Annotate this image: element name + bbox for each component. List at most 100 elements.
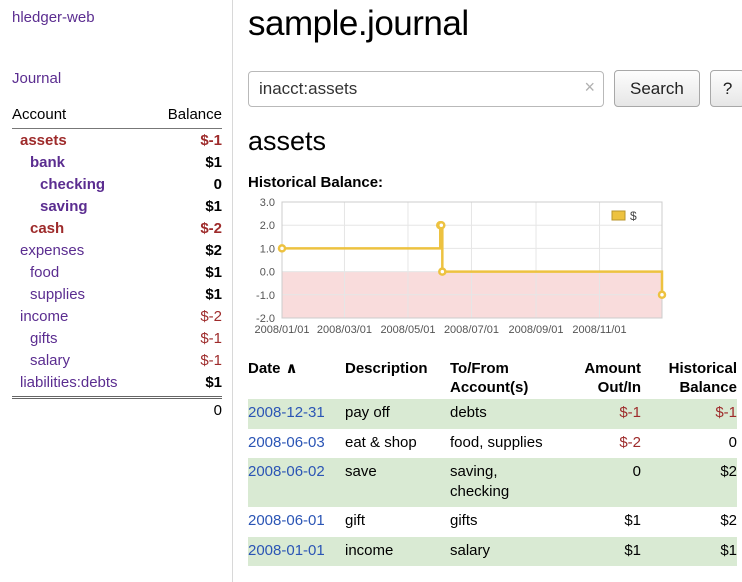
account-balance: $1 [205,374,222,391]
search-form: × Search ? [248,70,742,107]
help-button[interactable]: ? [710,70,742,107]
accounts-header-balance: Balance [168,106,222,123]
account-link-expenses[interactable]: expenses [20,242,84,259]
accounts-total-value: 0 [214,402,222,419]
account-link-cash[interactable]: cash [30,220,64,237]
transaction-amount: $-1 [562,399,641,428]
column-header-amount-line1: Amount [562,359,641,378]
svg-text:3.0: 3.0 [260,198,275,209]
account-link-food[interactable]: food [30,264,59,281]
transaction-balance: 0 [641,429,737,458]
account-row-checking: checking 0 [12,173,222,195]
account-link-checking[interactable]: checking [40,176,105,193]
account-row-gifts: gifts $-1 [12,327,222,349]
search-input-wrap: × [248,71,604,107]
register-row: 2008-06-01 gift gifts $1 $2 [248,507,737,536]
column-header-balance-line2: Balance [641,378,737,397]
column-header-amount: Amount Out/In [562,357,641,399]
transaction-balance: $1 [641,537,737,566]
page-title: sample.journal [248,4,742,44]
svg-text:2008/09/01: 2008/09/01 [508,324,563,336]
accounts-table-header: Account Balance [12,106,222,129]
main-content: sample.journal × Search ? assets Histori… [248,0,742,566]
balance-chart: 3.02.01.00.0-1.0-2.02008/01/012008/03/01… [248,198,668,338]
account-heading: assets [248,126,742,157]
transaction-amount: $1 [562,507,641,536]
account-balance: $1 [205,198,222,215]
transaction-amount: 0 [562,458,641,508]
svg-text:2008/11/01: 2008/11/01 [572,324,626,336]
column-header-description: Description [345,357,450,399]
transaction-date-link[interactable]: 2008-06-03 [248,434,325,451]
column-header-amount-line2: Out/In [562,378,641,397]
column-header-balance-line1: Historical [641,359,737,378]
register-row: 2008-06-02 save saving, checking 0 $2 [248,458,737,508]
transaction-accounts: gifts [450,507,562,536]
account-balance: 0 [214,176,222,193]
column-header-accounts-line2: Account(s) [450,378,562,397]
account-link-assets[interactable]: assets [20,132,67,149]
app-brand-link[interactable]: hledger-web [12,9,222,26]
account-row-food: food $1 [12,261,222,283]
transaction-date-link[interactable]: 2008-06-01 [248,512,325,529]
column-header-accounts: To/From Account(s) [450,357,562,399]
register-header-row: Date∧ Description To/From Account(s) Amo… [248,357,737,399]
account-row-supplies: supplies $1 [12,283,222,305]
account-balance: $-2 [200,220,222,237]
account-link-salary[interactable]: salary [30,352,70,369]
transaction-accounts: food, supplies [450,429,562,458]
transaction-date-link[interactable]: 2008-06-02 [248,463,325,480]
transaction-amount: $-2 [562,429,641,458]
account-link-saving[interactable]: saving [40,198,88,215]
search-input[interactable] [248,71,604,107]
chart-heading: Historical Balance: [248,174,742,191]
svg-text:2008/01/01: 2008/01/01 [254,324,309,336]
svg-text:-1.0: -1.0 [256,290,275,302]
account-link-income[interactable]: income [20,308,68,325]
sidebar-item-journal[interactable]: Journal [12,70,222,87]
account-row-expenses: expenses $2 [12,239,222,261]
account-balance: $-2 [200,308,222,325]
register-table: Date∧ Description To/From Account(s) Amo… [248,357,737,566]
transaction-description: income [345,537,450,566]
account-row-assets: assets $-1 [12,129,222,151]
column-header-balance: Historical Balance [641,357,737,399]
transaction-accounts: salary [450,537,562,566]
register-row: 2008-06-03 eat & shop food, supplies $-2… [248,429,737,458]
transaction-description: save [345,458,450,508]
column-header-date[interactable]: Date∧ [248,357,345,399]
account-balance: $-1 [200,330,222,347]
transaction-accounts: debts [450,399,562,428]
svg-text:2008/05/01: 2008/05/01 [380,324,435,336]
transaction-accounts: saving, checking [450,458,562,508]
clear-search-icon[interactable]: × [584,77,595,98]
transaction-description: pay off [345,399,450,428]
transaction-date-link[interactable]: 2008-12-31 [248,404,325,421]
account-link-liabilities-debts[interactable]: liabilities:debts [20,374,118,391]
transaction-amount: $1 [562,537,641,566]
register-row: 2008-01-01 income salary $1 $1 [248,537,737,566]
account-row-liabilities-debts: liabilities:debts $1 [12,371,222,393]
column-header-accounts-line1: To/From [450,359,562,378]
transaction-date-link[interactable]: 2008-01-01 [248,542,325,559]
account-balance: $2 [205,242,222,259]
search-button[interactable]: Search [614,70,700,107]
column-header-description-label: Description [345,359,450,378]
svg-text:2008/07/01: 2008/07/01 [444,324,499,336]
svg-text:1.0: 1.0 [260,243,275,255]
account-row-salary: salary $-1 [12,349,222,371]
account-link-bank[interactable]: bank [30,154,65,171]
svg-text:2.0: 2.0 [260,220,275,232]
register-row: 2008-12-31 pay off debts $-1 $-1 [248,399,737,428]
column-header-date-label: Date [248,360,281,377]
accounts-header-account: Account [12,106,66,123]
transaction-description: eat & shop [345,429,450,458]
account-row-bank: bank $1 [12,151,222,173]
account-balance: $-1 [200,352,222,369]
svg-text:$: $ [630,209,637,223]
sidebar: hledger-web Journal Account Balance asse… [0,0,233,582]
account-link-supplies[interactable]: supplies [30,286,85,303]
account-row-saving: saving $1 [12,195,222,217]
transaction-balance: $-1 [641,399,737,428]
account-link-gifts[interactable]: gifts [30,330,58,347]
